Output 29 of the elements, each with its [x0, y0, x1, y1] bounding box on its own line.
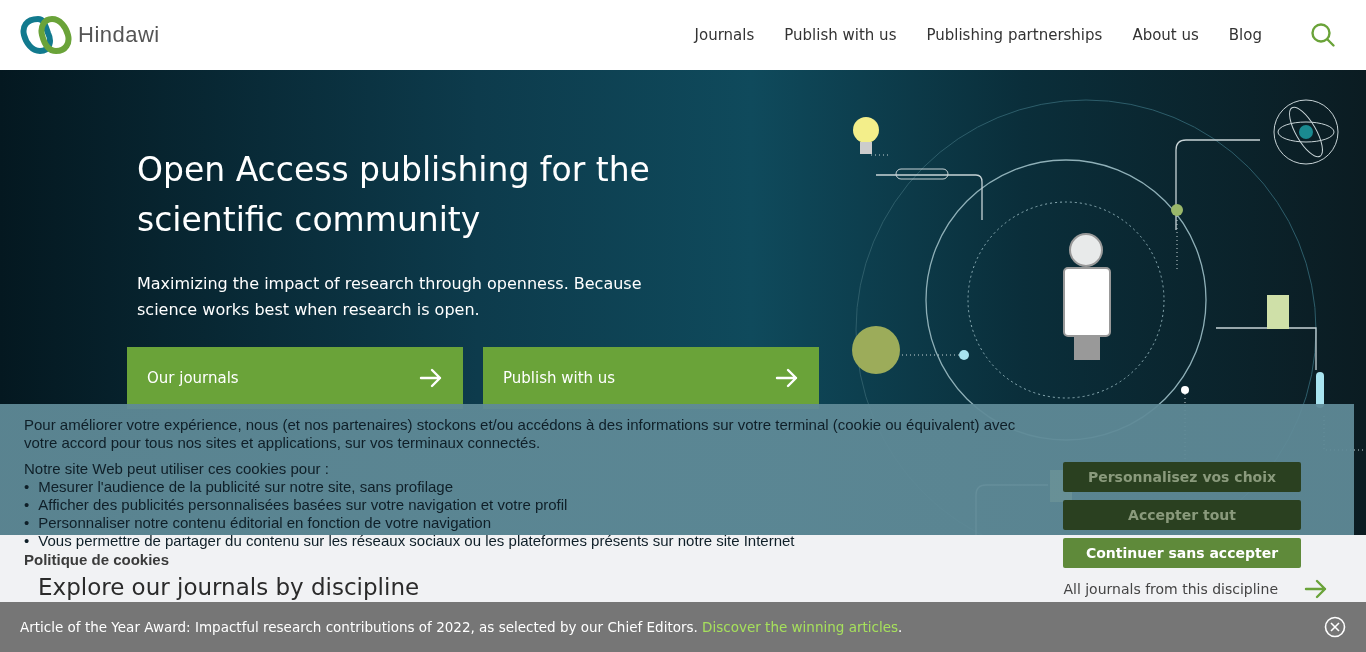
nav-link[interactable]: Publish with us [784, 26, 897, 44]
cookie-button[interactable]: Accepter tout [1063, 500, 1301, 530]
announcement-text: Article of the Year Award: Impactful research contributions of 2022, as selected by our Chief Editors. Discover the winning articles. [20, 619, 903, 635]
cookie-button[interactable]: Personnalisez vos choix [1063, 462, 1301, 492]
close-button[interactable] [1324, 616, 1346, 638]
logo-icon [20, 15, 72, 55]
nav-link[interactable]: Journals [694, 26, 755, 44]
search-icon [1310, 22, 1336, 48]
nav-link[interactable]: Blog [1228, 26, 1262, 44]
search-button[interactable] [1310, 22, 1336, 48]
nav-link[interactable]: Publishing partnerships [926, 26, 1103, 44]
nav-link[interactable]: About us [1132, 26, 1199, 44]
cookie-purpose-item: • Vous permettre de partager du contenu sur les réseaux sociaux ou les plateformes présents sur notre site Internet [24, 532, 795, 550]
cookie-purpose-item: • Personnaliser notre contenu éditorial en fonction de votre navigation [24, 514, 492, 532]
cookie-button[interactable]: Continuer sans accepter [1063, 538, 1301, 568]
section-heading: Explore our journals by discipline [38, 573, 420, 601]
logo-wordmark[interactable]: Hindawi [78, 22, 160, 48]
cookie-notice-text: Pour améliorer votre expérience, nous (et nos partenaires) stockons et/ou accédons à des informations sur votre terminal (cookie ou équivalent) avec votre accord pour tous nos sites et applications, sur vos terminaux connectés. [24, 416, 1017, 452]
cookie-intro-text: Notre site Web peut utiliser ces cookies pour : [24, 460, 329, 478]
cookie-purpose-item: • Afficher des publicités personnalisées basées sur votre navigation et votre profil [24, 496, 568, 514]
discipline-link[interactable]: All journals from this discipline [1063, 579, 1328, 599]
arrow-icon [419, 368, 443, 388]
close-icon [1324, 616, 1346, 638]
arrow-icon [775, 368, 799, 388]
arrow-icon [1304, 579, 1328, 599]
hero-title: Open Access publishing for the scientific community [137, 149, 651, 241]
hero-subtitle: Maximizing the impact of research through openness. Because science works best when research is open. [137, 273, 643, 321]
cookie-purpose-item: • Mesurer l'audience de la publicité sur notre site, sans profilage [24, 478, 454, 496]
cookie-policy-link[interactable]: Politique de cookies [24, 551, 170, 569]
